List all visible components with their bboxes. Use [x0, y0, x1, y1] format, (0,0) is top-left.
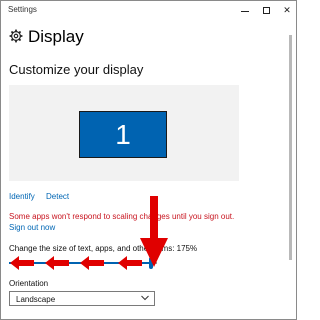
- minimize-button[interactable]: [235, 1, 255, 19]
- settings-window: Settings ✕ Display Customize your displa…: [0, 0, 297, 320]
- display-arrangement-area: 1: [9, 85, 239, 181]
- maximize-button[interactable]: [256, 1, 276, 19]
- orientation-label: Orientation: [9, 279, 49, 288]
- gear-icon: [9, 29, 23, 43]
- scaling-warning: Some apps won't respond to scaling chang…: [9, 212, 235, 221]
- red-left-arrow-annotation: [10, 256, 34, 270]
- detect-link[interactable]: Detect: [46, 192, 69, 201]
- orientation-selected: Landscape: [16, 295, 56, 304]
- sign-out-link[interactable]: Sign out now: [9, 223, 55, 232]
- minimize-icon: [241, 10, 249, 12]
- window-title: Settings: [8, 5, 37, 14]
- identify-link[interactable]: Identify: [9, 192, 35, 201]
- orientation-dropdown[interactable]: Landscape: [9, 291, 155, 306]
- section-title: Customize your display: [9, 62, 144, 77]
- red-left-arrow-annotation: [80, 256, 104, 270]
- monitor-number: 1: [115, 118, 131, 150]
- maximize-icon: [262, 6, 270, 14]
- title-bar[interactable]: Settings ✕: [1, 1, 296, 19]
- scrollbar[interactable]: [289, 35, 292, 260]
- close-icon: ✕: [283, 4, 291, 15]
- red-down-arrow-annotation: [140, 196, 168, 267]
- close-button[interactable]: ✕: [277, 1, 296, 19]
- page-title: Display: [28, 27, 84, 46]
- chevron-down-icon: [141, 295, 149, 301]
- red-left-arrow-annotation: [45, 256, 69, 270]
- monitor-1-tile[interactable]: 1: [79, 111, 167, 158]
- red-left-arrow-annotation: [118, 256, 142, 270]
